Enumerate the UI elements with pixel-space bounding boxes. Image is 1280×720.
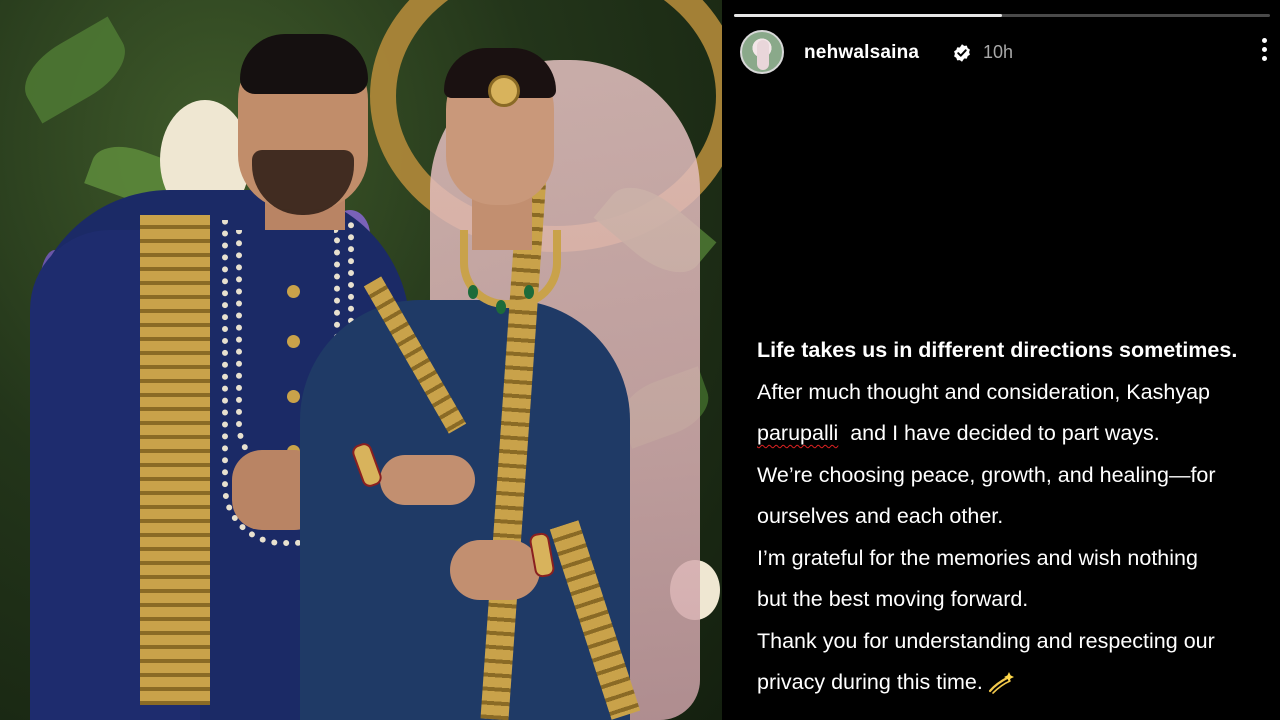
story-progress-fill <box>734 14 1002 17</box>
caption-text: and I have decided to part ways. <box>838 421 1160 445</box>
sherwani-button <box>287 335 300 348</box>
caption-line: We’re choosing peace, growth, and healin… <box>757 462 1216 487</box>
story-photo <box>0 0 722 720</box>
misspelled-word: parupalli <box>757 421 839 445</box>
necklace-emerald <box>468 285 478 299</box>
username-link[interactable]: nehwalsaina <box>804 42 919 64</box>
groom-hair <box>240 34 368 94</box>
caption-line: privacy during this time. <box>757 662 1277 704</box>
avatar-figure <box>757 40 769 70</box>
verified-badge-icon <box>954 44 970 62</box>
caption-line: parupalli and I have decided to part way… <box>757 413 1277 455</box>
backdrop-leaf <box>12 16 138 124</box>
caption-line: Thank you for understanding and respecti… <box>757 628 1215 653</box>
bride-lehenga <box>300 300 630 720</box>
caption-line: I’m grateful for the memories and wish n… <box>757 545 1198 570</box>
necklace-emerald <box>496 300 506 314</box>
dizzy-sparkle-emoji <box>988 672 1014 695</box>
more-options-icon[interactable] <box>1258 38 1270 66</box>
bride-maang-tikka <box>488 75 520 107</box>
profile-avatar[interactable] <box>740 30 784 74</box>
caption-line: After much thought and consideration, Ka… <box>757 379 1210 404</box>
bride-hand <box>450 540 540 600</box>
groom-shawl-trim <box>140 215 210 705</box>
caption-line: Life takes us in different directions so… <box>757 338 1238 362</box>
story-caption: Life takes us in different directions so… <box>757 330 1277 704</box>
story-progress-bar <box>734 14 1270 17</box>
story-panel: nehwalsaina 10h Life takes us in differe… <box>722 0 1280 720</box>
caption-line: ourselves and each other. <box>757 504 1004 528</box>
post-time: 10h <box>983 42 1014 62</box>
necklace-emerald <box>524 285 534 299</box>
caption-text: privacy during this time. <box>757 670 983 694</box>
sherwani-button <box>287 285 300 298</box>
sherwani-button <box>287 390 300 403</box>
bride-hand <box>380 455 475 505</box>
story-header: nehwalsaina 10h <box>740 30 1270 78</box>
caption-line: but the best moving forward. <box>757 587 1029 611</box>
